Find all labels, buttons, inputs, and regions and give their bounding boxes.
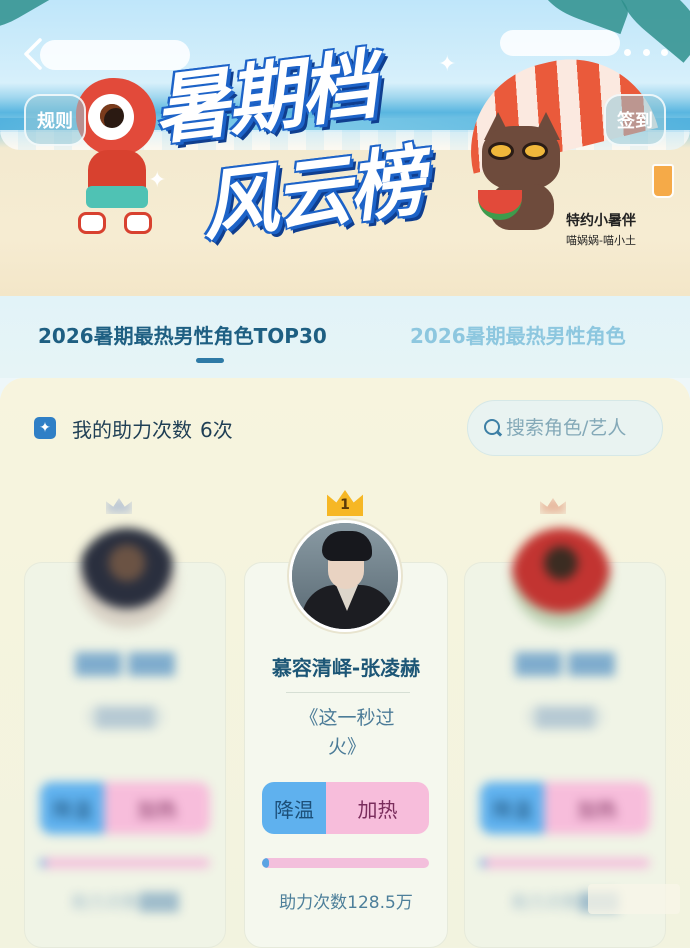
cool-down-button[interactable]: 降温 <box>262 782 326 834</box>
boost-progress <box>40 858 210 868</box>
vote-controls: 降温 加热 <box>40 782 210 834</box>
search-icon <box>484 419 502 437</box>
boost-total: 助力次数███ <box>71 893 179 913</box>
boost-progress-fill <box>262 858 269 868</box>
rank-number: 1 <box>340 497 350 513</box>
boost-progress-fill <box>40 858 46 868</box>
work-title: 《████》 <box>516 707 614 729</box>
dot-icon <box>624 48 631 56</box>
heat-up-button[interactable]: 加热 <box>544 782 650 834</box>
active-tab-indicator <box>196 358 224 363</box>
drink-icon <box>652 164 674 198</box>
tab-male-top30[interactable]: 2026暑期最热男性角色TOP30 <box>38 320 327 349</box>
search-box[interactable] <box>467 400 663 456</box>
boost-progress <box>262 858 429 868</box>
event-banner: 暑期档 风云榜 ✦ ✦ 特约小暑伴 喵娲娲-喵小土 规则 签到 <box>0 0 690 296</box>
boost-total: 助力次数128.5万 <box>279 893 413 913</box>
character-name: ███ ███ <box>515 652 615 676</box>
vote-controls: 降温 加热 <box>262 782 429 834</box>
vote-controls: 降温 加热 <box>480 782 650 834</box>
boost-count: 6次 <box>200 417 233 442</box>
boost-progress-fill <box>480 858 486 868</box>
checkin-button[interactable]: 签到 <box>604 94 666 146</box>
search-input[interactable] <box>506 417 656 439</box>
ticket-icon: ✦ <box>34 417 56 439</box>
back-button[interactable] <box>18 36 48 72</box>
heat-up-button[interactable]: 加热 <box>104 782 210 834</box>
heat-up-button[interactable]: 加热 <box>326 782 429 834</box>
rules-button[interactable]: 规则 <box>24 94 86 146</box>
partner-subtitle: 喵娲娲-喵小土 <box>566 234 636 247</box>
dot-icon <box>661 48 668 56</box>
avatar[interactable] <box>511 528 611 628</box>
chevron-left-icon <box>24 38 42 70</box>
more-button[interactable] <box>624 40 668 64</box>
partner-title: 特约小暑伴 <box>566 213 636 229</box>
cat-mascot <box>476 112 568 236</box>
my-boost-count: ✦ 我的助力次数 6次 <box>34 414 233 442</box>
cool-down-button[interactable]: 降温 <box>40 782 104 834</box>
avatar[interactable] <box>77 528 177 628</box>
boost-progress <box>480 858 650 868</box>
sparkle-icon: ✦ <box>438 52 457 77</box>
cloud <box>500 30 620 56</box>
dot-icon <box>642 48 650 56</box>
boost-label: 我的助力次数 <box>72 417 192 442</box>
ranking-tabs: 2026暑期最热男性角色TOP30 2026暑期最热男性角色 <box>0 296 690 378</box>
character-name: ███ ███ <box>75 652 175 676</box>
watermark-overlay <box>588 884 680 914</box>
divider <box>286 692 410 693</box>
palm-leaf <box>0 0 54 38</box>
sparkle-icon: ✦ <box>148 168 167 193</box>
cool-down-button[interactable]: 降温 <box>480 782 544 834</box>
work-title: 《这一秒过火》 <box>299 707 395 758</box>
character-name: 慕容清峄-张凌赫 <box>271 656 421 680</box>
tab-male-role[interactable]: 2026暑期最热男性角色 <box>410 320 626 349</box>
work-title: 《████》 <box>76 707 174 729</box>
avatar[interactable] <box>289 520 401 632</box>
